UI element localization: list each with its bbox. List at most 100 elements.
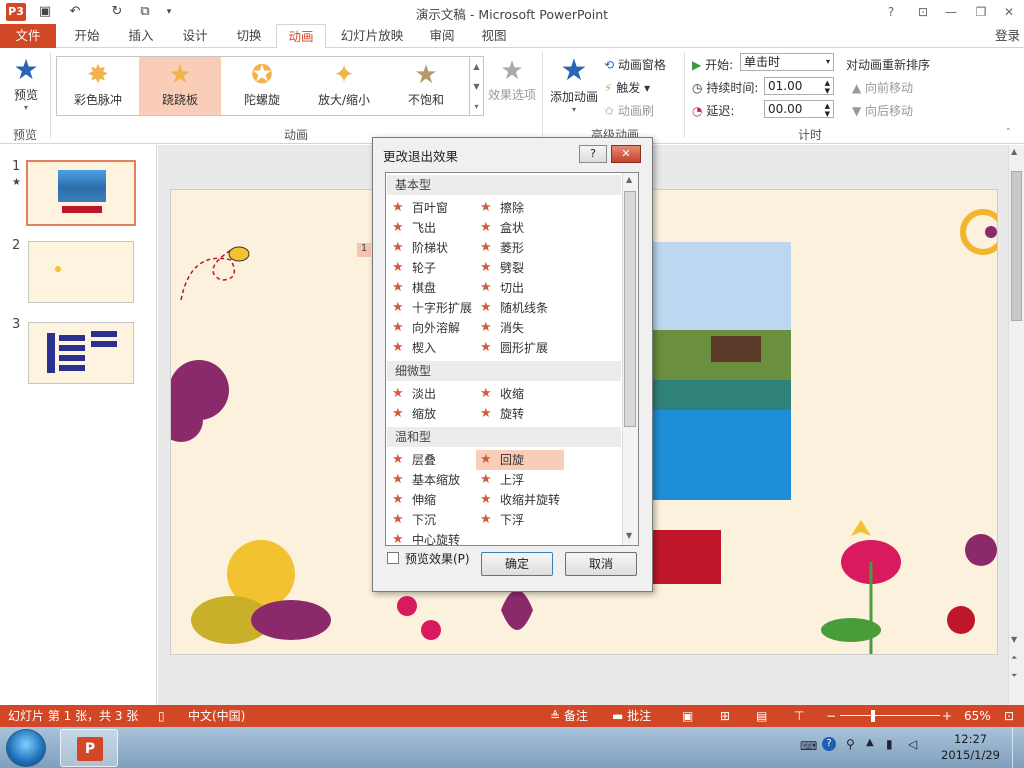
close-icon[interactable]: ✕	[998, 3, 1020, 21]
effect-option[interactable]: 淡出	[388, 384, 476, 404]
zoom-level[interactable]: 65%	[964, 705, 991, 727]
gallery-item-teeter[interactable]: ★ 跷跷板	[139, 57, 221, 115]
zoom-slider-track[interactable]	[840, 715, 940, 716]
notes-button[interactable]: ≜ 备注	[550, 705, 588, 727]
effect-option[interactable]: 棋盘	[388, 278, 476, 298]
help-tray-icon[interactable]: ?	[822, 737, 836, 751]
trigger-button[interactable]: ⚡ 触发 ▾	[604, 79, 650, 96]
effect-option[interactable]: 中心旋转	[388, 530, 476, 545]
start-label: ▶ 开始:	[692, 58, 734, 72]
effect-list-scrollbar[interactable]: ▲ ▼	[622, 173, 638, 545]
duration-spinner[interactable]: 01.00 ▲ ▼	[764, 77, 834, 95]
preview-button[interactable]: ★ 预览 ▾	[8, 54, 44, 124]
effect-option[interactable]: 消失	[476, 318, 564, 338]
animation-tag[interactable]: 1	[357, 243, 371, 257]
language-status[interactable]: 中文(中国)	[188, 705, 245, 727]
effect-option[interactable]: 向外溶解	[388, 318, 476, 338]
zoom-in-icon[interactable]: +	[942, 705, 952, 727]
restore-icon[interactable]: ❐	[970, 3, 992, 21]
effect-option[interactable]: 下浮	[476, 510, 564, 530]
effect-option[interactable]: 阶梯状	[388, 238, 476, 258]
effect-option[interactable]: 菱形	[476, 238, 564, 258]
comments-button[interactable]: ▬ 批注	[612, 705, 651, 727]
effect-option[interactable]: 旋转	[476, 404, 564, 424]
scroll-thumb[interactable]	[1011, 171, 1022, 321]
tab-design[interactable]: 设计	[170, 24, 220, 48]
slide-thumbnail-1[interactable]	[26, 160, 136, 226]
windows-start-icon[interactable]	[6, 729, 46, 767]
effect-options-button[interactable]: ★ 效果选项	[488, 56, 536, 103]
slide-thumbnail-3[interactable]	[28, 322, 134, 384]
taskbar-powerpoint[interactable]: P	[60, 729, 118, 767]
gallery-item-desaturate[interactable]: ★ 不饱和	[385, 57, 467, 115]
tab-transitions[interactable]: 切换	[224, 24, 274, 48]
move-earlier-button[interactable]: ▲ 向前移动	[852, 79, 913, 96]
add-animation-button[interactable]: ★ 添加动画 ▾	[548, 54, 600, 115]
spellcheck-icon[interactable]: ▯	[158, 705, 165, 727]
dialog-close-button[interactable]: ✕	[611, 145, 641, 163]
effect-option[interactable]: 擦除	[476, 198, 564, 218]
effect-option[interactable]: 飞出	[388, 218, 476, 238]
gallery-item-color-pulse[interactable]: ✸ 彩色脉冲	[57, 57, 139, 115]
effect-option[interactable]: 盒状	[476, 218, 564, 238]
effect-option[interactable]: 收缩	[476, 384, 564, 404]
delay-spinner[interactable]: 00.00 ▲ ▼	[764, 100, 834, 118]
slideshow-view-icon[interactable]: ⊤	[794, 705, 804, 727]
effect-option[interactable]: 轮子	[388, 258, 476, 278]
network-icon[interactable]: ▮	[886, 737, 893, 751]
effect-option[interactable]: 收缩并旋转	[476, 490, 564, 510]
effect-option[interactable]: 基本缩放	[388, 470, 476, 490]
ribbon-display-icon[interactable]: ⊡	[912, 3, 934, 21]
gallery-scroll[interactable]: ▲ ▼ ▾	[470, 56, 484, 116]
effect-option[interactable]: 伸缩	[388, 490, 476, 510]
effect-option[interactable]: 楔入	[388, 338, 476, 358]
editor-vertical-scrollbar[interactable]: ▲ ▼ ⏶ ⏷	[1008, 145, 1024, 705]
effect-option[interactable]: 上浮	[476, 470, 564, 490]
effect-option[interactable]: 百叶窗	[388, 198, 476, 218]
minimize-icon[interactable]: —	[940, 3, 962, 21]
show-hidden-icons-icon[interactable]: ▲	[866, 737, 874, 748]
normal-view-icon[interactable]: ▣	[682, 705, 693, 727]
effect-option[interactable]: 缩放	[388, 404, 476, 424]
effect-option[interactable]: 劈裂	[476, 258, 564, 278]
gallery-item-grow-shrink[interactable]: ✦ 放大/缩小	[303, 57, 385, 115]
effect-option[interactable]: 回旋	[476, 450, 564, 470]
help-icon[interactable]: ?	[880, 3, 902, 21]
effect-option[interactable]: 层叠	[388, 450, 476, 470]
fit-to-window-icon[interactable]: ⊡	[1004, 705, 1014, 727]
reading-view-icon[interactable]: ▤	[756, 705, 767, 727]
effect-option[interactable]: 十字形扩展	[388, 298, 476, 318]
move-later-button[interactable]: ▼ 向后移动	[852, 102, 913, 119]
show-desktop-button[interactable]	[1012, 727, 1024, 768]
animation-pane-button[interactable]: ⟲ 动画窗格	[604, 56, 666, 73]
effect-option[interactable]: 随机线条	[476, 298, 564, 318]
zoom-out-icon[interactable]: −	[826, 705, 836, 727]
zoom-slider-thumb[interactable]	[870, 710, 875, 722]
dialog-help-button[interactable]: ?	[579, 145, 607, 163]
tray-app-icon[interactable]: ⚲	[846, 737, 855, 751]
slide-sorter-icon[interactable]: ⊞	[720, 705, 730, 727]
ok-button[interactable]: 确定	[481, 552, 553, 576]
tab-slideshow[interactable]: 幻灯片放映	[332, 24, 412, 48]
sign-in-link[interactable]: 登录	[995, 24, 1020, 48]
tab-insert[interactable]: 插入	[116, 24, 166, 48]
effect-option[interactable]: 切出	[476, 278, 564, 298]
animation-painter-button[interactable]: ✩ 动画刷	[604, 102, 654, 119]
gallery-item-spin[interactable]: ✪ 陀螺旋	[221, 57, 303, 115]
system-clock[interactable]: 12:27 2015/1/29	[941, 731, 1000, 763]
tab-review[interactable]: 审阅	[418, 24, 466, 48]
effect-option[interactable]: 下沉	[388, 510, 476, 530]
start-select[interactable]: 单击时 ▾	[740, 53, 834, 71]
effect-option[interactable]: 圆形扩展	[476, 338, 564, 358]
tab-file[interactable]: 文件	[0, 24, 56, 48]
effect-list-scroll-thumb[interactable]	[624, 191, 636, 427]
collapse-ribbon-icon[interactable]: ˄	[1006, 128, 1011, 138]
tab-view[interactable]: 视图	[472, 24, 516, 48]
cancel-button[interactable]: 取消	[565, 552, 637, 576]
slide-thumbnail-2[interactable]	[28, 241, 134, 303]
preview-effect-checkbox[interactable]	[387, 552, 399, 564]
tab-animations[interactable]: 动画	[276, 24, 326, 49]
tab-home[interactable]: 开始	[62, 24, 112, 48]
keyboard-icon[interactable]: ⌨	[800, 739, 817, 753]
volume-icon[interactable]: ◁	[908, 737, 917, 751]
